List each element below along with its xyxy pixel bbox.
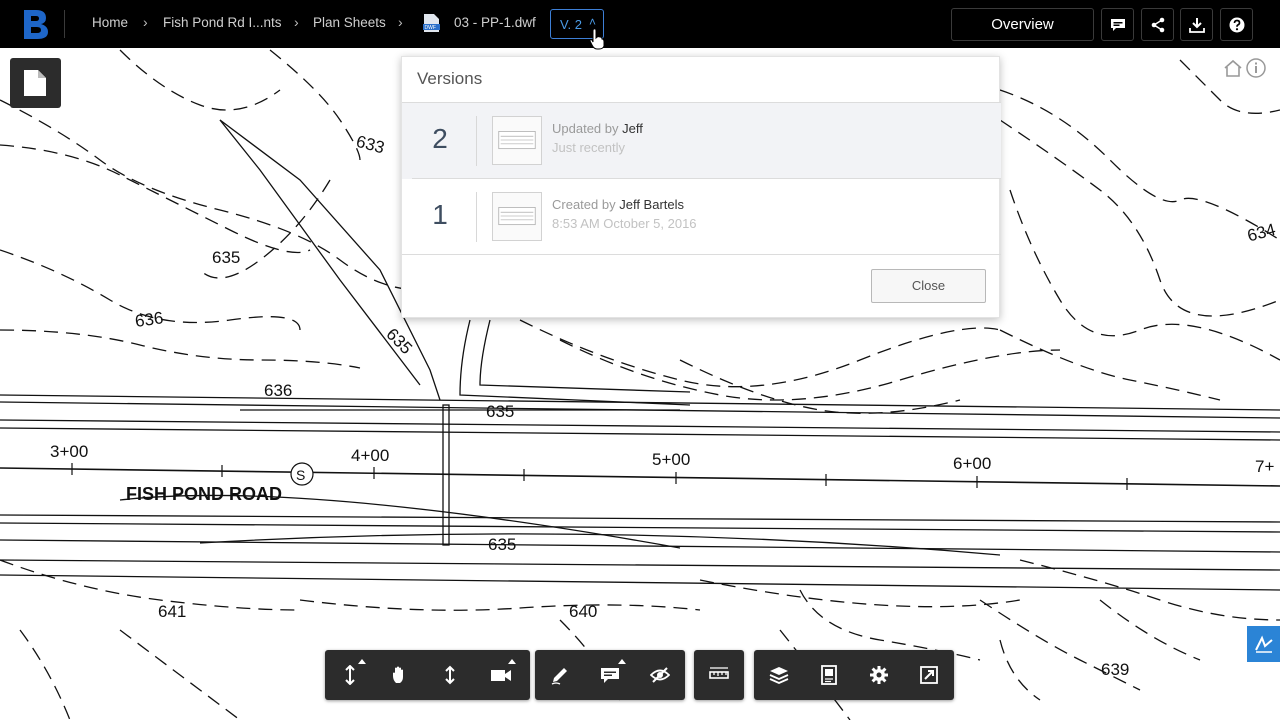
download-button[interactable] <box>1180 8 1213 41</box>
version-author: Jeff <box>622 121 643 136</box>
submenu-indicator <box>508 659 516 664</box>
chevron-right-icon: › <box>143 14 148 30</box>
version-time: 8:53 AM October 5, 2016 <box>552 216 697 231</box>
pen-icon <box>551 668 567 685</box>
orbit-tool[interactable] <box>325 650 375 700</box>
signature-icon <box>1255 635 1273 653</box>
document-icon <box>24 70 46 96</box>
versions-panel: Versions 2 Updated by Jeff Just recently… <box>401 56 1001 318</box>
contour-label: 636 <box>134 308 165 331</box>
version-row[interactable]: 2 Updated by Jeff Just recently <box>402 103 1001 179</box>
overview-button[interactable]: Overview <box>951 8 1094 41</box>
view-tools <box>754 650 954 700</box>
comments-button[interactable] <box>1101 8 1134 41</box>
breadcrumb-plan-sheets[interactable]: Plan Sheets <box>313 15 386 30</box>
submenu-indicator <box>618 659 626 664</box>
breadcrumb-home[interactable]: Home <box>92 15 128 30</box>
info-icon[interactable] <box>1246 58 1266 78</box>
station-label: 6+00 <box>953 454 991 473</box>
markup-panel-tab[interactable] <box>1247 626 1280 662</box>
camera-tool[interactable] <box>475 650 525 700</box>
zoom-tool[interactable] <box>425 650 475 700</box>
hide-icon <box>650 667 670 683</box>
contour-label: 635 <box>486 402 514 421</box>
chevron-up-icon: ˄ <box>589 15 597 29</box>
divider <box>476 116 477 166</box>
version-number: 1 <box>432 199 448 230</box>
version-author-line: Created by Jeff Bartels <box>552 197 684 212</box>
pan-hand-icon <box>393 666 403 683</box>
station-label: 4+00 <box>351 446 389 465</box>
help-icon <box>1229 17 1245 33</box>
help-button[interactable] <box>1220 8 1253 41</box>
gear-icon <box>870 666 888 684</box>
contour-label: 635 <box>488 535 516 554</box>
measure-tools <box>694 650 744 700</box>
breadcrumb-project[interactable]: Fish Pond Rd I...nts <box>163 15 282 30</box>
version-thumbnail <box>492 192 542 241</box>
file-type-label: DWF <box>425 25 436 31</box>
share-button[interactable] <box>1141 8 1174 41</box>
close-button[interactable]: Close <box>871 269 986 303</box>
station-label: 7+ <box>1255 457 1274 476</box>
properties-icon <box>821 665 837 685</box>
version-action: Created by <box>552 197 616 212</box>
layers-tool[interactable] <box>754 650 804 700</box>
share-icon <box>1151 17 1165 33</box>
sheets-button[interactable] <box>10 58 61 108</box>
version-action: Updated by <box>552 121 619 136</box>
survey-marker-label: S <box>296 467 305 483</box>
version-label: V. 2 <box>560 17 582 32</box>
version-number: 2 <box>432 123 448 154</box>
version-author: Jeff Bartels <box>619 197 685 212</box>
contour-label: 639 <box>1101 660 1129 679</box>
versions-title: Versions <box>417 69 483 88</box>
comment-icon <box>601 668 619 683</box>
navigation-tools <box>325 650 530 700</box>
comment-icon <box>1111 19 1125 31</box>
fullscreen-tool[interactable] <box>904 650 954 700</box>
camera-icon <box>491 670 511 681</box>
measure-tool[interactable] <box>694 650 744 700</box>
hand-cursor-icon <box>589 28 605 50</box>
home-icon[interactable] <box>1223 59 1243 77</box>
orbit-icon <box>345 665 355 685</box>
version-row[interactable]: 1 Created by Jeff Bartels 8:53 AM Octobe… <box>402 179 1001 255</box>
version-author-line: Updated by Jeff <box>552 121 643 136</box>
dwf-file-icon: DWF <box>423 14 440 32</box>
breadcrumb-file[interactable]: 03 - PP-1.dwf <box>454 15 536 30</box>
download-icon <box>1189 18 1205 33</box>
station-label: 5+00 <box>652 450 690 469</box>
logo-separator <box>64 10 65 38</box>
submenu-indicator <box>358 659 366 664</box>
zoom-icon <box>445 665 455 685</box>
contour-label: 641 <box>158 602 186 621</box>
top-bar: Home › Fish Pond Rd I...nts › Plan Sheet… <box>0 0 1280 50</box>
contour-label: 634 <box>1245 220 1277 246</box>
settings-tool[interactable] <box>854 650 904 700</box>
bentley-b-logo[interactable] <box>20 8 50 40</box>
divider <box>476 192 477 242</box>
properties-tool[interactable] <box>804 650 854 700</box>
layers-icon <box>769 667 789 684</box>
measure-icon <box>709 667 729 679</box>
app-root: S FISH POND ROAD 3+00 4+00 5+00 6+00 7+ … <box>0 0 1280 720</box>
chevron-right-icon: › <box>294 14 299 30</box>
station-label: 3+00 <box>50 442 88 461</box>
contour-label: 640 <box>569 602 597 621</box>
hide-tool[interactable] <box>635 650 685 700</box>
version-thumbnail <box>492 116 542 165</box>
road-name-label: FISH POND ROAD <box>126 484 282 504</box>
markup-pen-tool[interactable] <box>535 650 585 700</box>
contour-label: 636 <box>264 381 292 400</box>
chevron-right-icon: › <box>398 14 403 30</box>
fullscreen-icon <box>920 666 938 684</box>
markup-tools <box>535 650 685 700</box>
pan-tool[interactable] <box>375 650 425 700</box>
divider <box>402 254 1001 255</box>
version-time: Just recently <box>552 140 625 155</box>
contour-label: 635 <box>212 248 240 267</box>
contour-label: 635 <box>382 324 415 357</box>
comment-tool[interactable] <box>585 650 635 700</box>
